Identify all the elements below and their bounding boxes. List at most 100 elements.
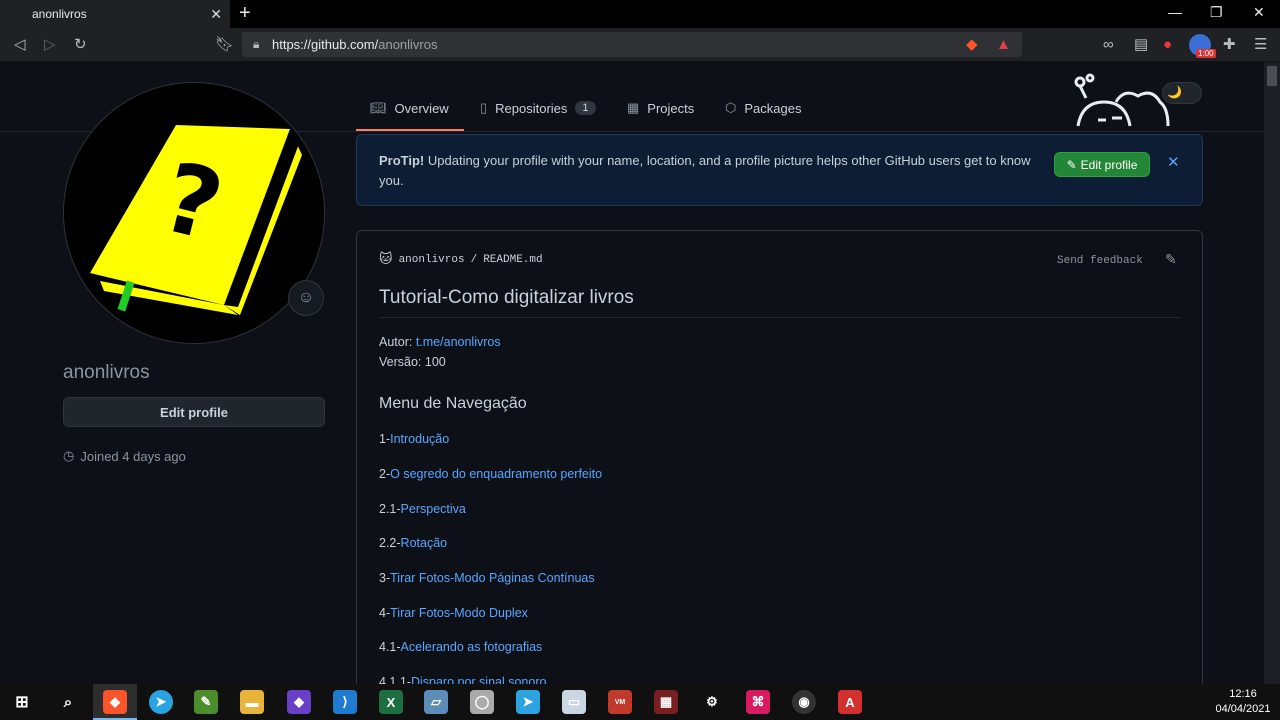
item-link[interactable]: Rotação bbox=[401, 536, 448, 550]
close-tab-icon[interactable]: ✕ bbox=[210, 6, 222, 23]
game-app-icon[interactable]: ▦ bbox=[654, 690, 678, 714]
excel-icon[interactable]: X bbox=[379, 690, 403, 714]
list-item: 4.1-Acelerando as fotografias bbox=[379, 640, 542, 654]
project-icon: ▦ bbox=[627, 100, 640, 115]
book-question-avatar: ? bbox=[64, 83, 324, 343]
tab-overview[interactable]: 📖︎ Overview bbox=[370, 100, 449, 116]
brave-rewards-icon[interactable]: ▲ bbox=[996, 36, 1011, 54]
book-icon: 📖︎ bbox=[370, 100, 387, 115]
active-tab-underline bbox=[356, 129, 464, 131]
brave-shield-icon[interactable]: ◆ bbox=[966, 36, 978, 54]
page-scrollbar[interactable] bbox=[1264, 62, 1280, 684]
protip-button-label: Edit profile bbox=[1080, 157, 1138, 172]
tab-overview-label: Overview bbox=[394, 100, 449, 116]
app-red-icon[interactable]: ⌘ bbox=[746, 690, 770, 714]
github-profile-page: 📖︎ Overview ▯ Repositories 1 ▦ Projects … bbox=[0, 62, 1264, 684]
voicemeeter-icon[interactable]: VM bbox=[608, 690, 632, 714]
menu-heading: Menu de Navegação bbox=[379, 395, 527, 412]
dismiss-protip-icon[interactable]: ✕ bbox=[1167, 153, 1180, 171]
pdf-reader-icon[interactable]: A bbox=[838, 690, 862, 714]
theme-toggle[interactable]: 🌙 bbox=[1162, 82, 1202, 104]
item-link[interactable]: Introdução bbox=[390, 432, 449, 446]
author-label: Autor: bbox=[379, 335, 416, 349]
item-link[interactable]: O segredo do enquadramento perfeito bbox=[390, 467, 602, 481]
telegram-icon[interactable]: ➤ bbox=[149, 690, 173, 714]
minimize-icon[interactable]: — bbox=[1168, 4, 1182, 20]
item-prefix: 4- bbox=[379, 606, 391, 620]
menu-icon[interactable]: ☰ bbox=[1254, 36, 1267, 54]
reload-icon[interactable]: ↻ bbox=[74, 36, 87, 54]
joined-text: Joined 4 days ago bbox=[80, 448, 186, 464]
readme-header: 🐱︎ anonlivros / README.md bbox=[379, 252, 543, 267]
scanner-app-icon[interactable]: ▭ bbox=[562, 690, 586, 714]
tab-projects-label: Projects bbox=[647, 100, 695, 116]
obs-studio-icon[interactable]: ◉ bbox=[792, 690, 816, 714]
repositories-count: 1 bbox=[575, 101, 596, 115]
clock-time: 12:16 bbox=[1229, 688, 1257, 700]
search-icon[interactable]: ⌕ bbox=[56, 690, 80, 714]
system-clock[interactable]: 12:16 04/04/2021 bbox=[1210, 687, 1276, 717]
profile-username: anonlivros bbox=[63, 362, 150, 383]
readme-filename[interactable]: README.md bbox=[483, 254, 542, 266]
item-prefix: 4.1- bbox=[379, 640, 401, 654]
vscode-icon[interactable]: ⟩ bbox=[333, 690, 357, 714]
windows-start-icon[interactable]: ⊞ bbox=[10, 690, 34, 714]
item-link[interactable]: Tirar Fotos-Modo Duplex bbox=[390, 606, 528, 620]
protip-message: Updating your profile with your name, lo… bbox=[379, 153, 1031, 188]
tab-repositories[interactable]: ▯ Repositories 1 bbox=[480, 100, 596, 116]
scrollbar-thumb[interactable] bbox=[1267, 66, 1277, 86]
list-item: 1-Introdução bbox=[379, 432, 449, 446]
item-prefix: 4.1.1- bbox=[379, 675, 411, 684]
extension-glasses-icon[interactable]: ∞ bbox=[1103, 36, 1114, 54]
set-status-emoji-icon[interactable]: ☺ bbox=[288, 280, 324, 316]
url-path: anonlivros bbox=[378, 37, 438, 52]
back-icon[interactable]: ◁ bbox=[14, 36, 26, 54]
close-window-icon[interactable]: ✕ bbox=[1253, 4, 1265, 21]
obsidian-icon[interactable]: ◆ bbox=[287, 690, 311, 714]
package-icon: ⬡ bbox=[725, 100, 737, 115]
notes-app-icon[interactable]: ▱ bbox=[424, 690, 448, 714]
extensions-puzzle-icon[interactable]: ✚ bbox=[1223, 36, 1236, 54]
list-item: 4.1.1-Disparo por sinal sonoro bbox=[379, 675, 546, 684]
author-link[interactable]: t.me/anonlivros bbox=[416, 335, 501, 349]
telegram-desktop-icon[interactable]: ➤ bbox=[516, 690, 540, 714]
item-link[interactable]: Perspectiva bbox=[401, 502, 466, 516]
new-tab-icon[interactable]: + bbox=[239, 3, 251, 23]
item-link[interactable]: Tirar Fotos-Modo Páginas Contínuas bbox=[390, 571, 595, 585]
tab-packages-label: Packages bbox=[744, 100, 802, 116]
mouse-app-icon[interactable]: ◯ bbox=[470, 690, 494, 714]
brave-browser-icon[interactable]: ◆ bbox=[103, 690, 127, 714]
browser-tab[interactable]: anonlivros ✕ bbox=[0, 0, 230, 28]
tab-title: anonlivros bbox=[32, 7, 87, 21]
edit-profile-button[interactable]: Edit profile bbox=[63, 397, 325, 427]
moon-icon: 🌙 bbox=[1167, 85, 1182, 99]
edit-readme-pencil-icon[interactable]: ✎ bbox=[1165, 251, 1177, 268]
send-feedback-link[interactable]: Send feedback bbox=[1057, 255, 1143, 267]
browser-tab-bar: anonlivros ✕ + — ❐ ✕ bbox=[0, 0, 1280, 28]
extension-red-icon[interactable]: ● bbox=[1163, 36, 1172, 54]
list-item: 3-Tirar Fotos-Modo Páginas Contínuas bbox=[379, 571, 595, 585]
list-item: 2.1-Perspectiva bbox=[379, 502, 466, 516]
protip-edit-profile-button[interactable]: ✎ Edit profile bbox=[1054, 152, 1150, 177]
item-link[interactable]: Acelerando as fotografias bbox=[401, 640, 543, 654]
notepad-plus-icon[interactable]: ✎ bbox=[194, 690, 218, 714]
repo-icon: ▯ bbox=[480, 100, 488, 115]
forward-icon[interactable]: ▷ bbox=[44, 36, 56, 54]
protip-label: ProTip! bbox=[379, 153, 425, 168]
file-explorer-icon[interactable]: ▬ bbox=[240, 690, 264, 714]
item-prefix: 1- bbox=[379, 432, 391, 446]
restore-icon[interactable]: ❐ bbox=[1210, 4, 1223, 21]
tab-packages[interactable]: ⬡ Packages bbox=[725, 100, 801, 116]
extension-list-icon[interactable]: ▤ bbox=[1134, 36, 1148, 54]
lock-icon: 🔒︎ bbox=[253, 37, 260, 51]
octocat-mascot-icon bbox=[1074, 73, 1170, 127]
readme-owner[interactable]: anonlivros bbox=[399, 254, 465, 266]
item-prefix: 2.1- bbox=[379, 502, 401, 516]
settings-gear-icon[interactable]: ⚙ bbox=[700, 690, 724, 714]
tab-projects[interactable]: ▦ Projects bbox=[627, 100, 694, 116]
item-prefix: 2- bbox=[379, 467, 391, 481]
item-link[interactable]: Disparo por sinal sonoro bbox=[411, 675, 547, 684]
bookmark-icon[interactable]: 🔖︎ bbox=[215, 36, 234, 54]
address-bar[interactable]: 🔒︎ https://github.com/anonlivros bbox=[242, 32, 1022, 57]
title-divider bbox=[379, 317, 1181, 318]
